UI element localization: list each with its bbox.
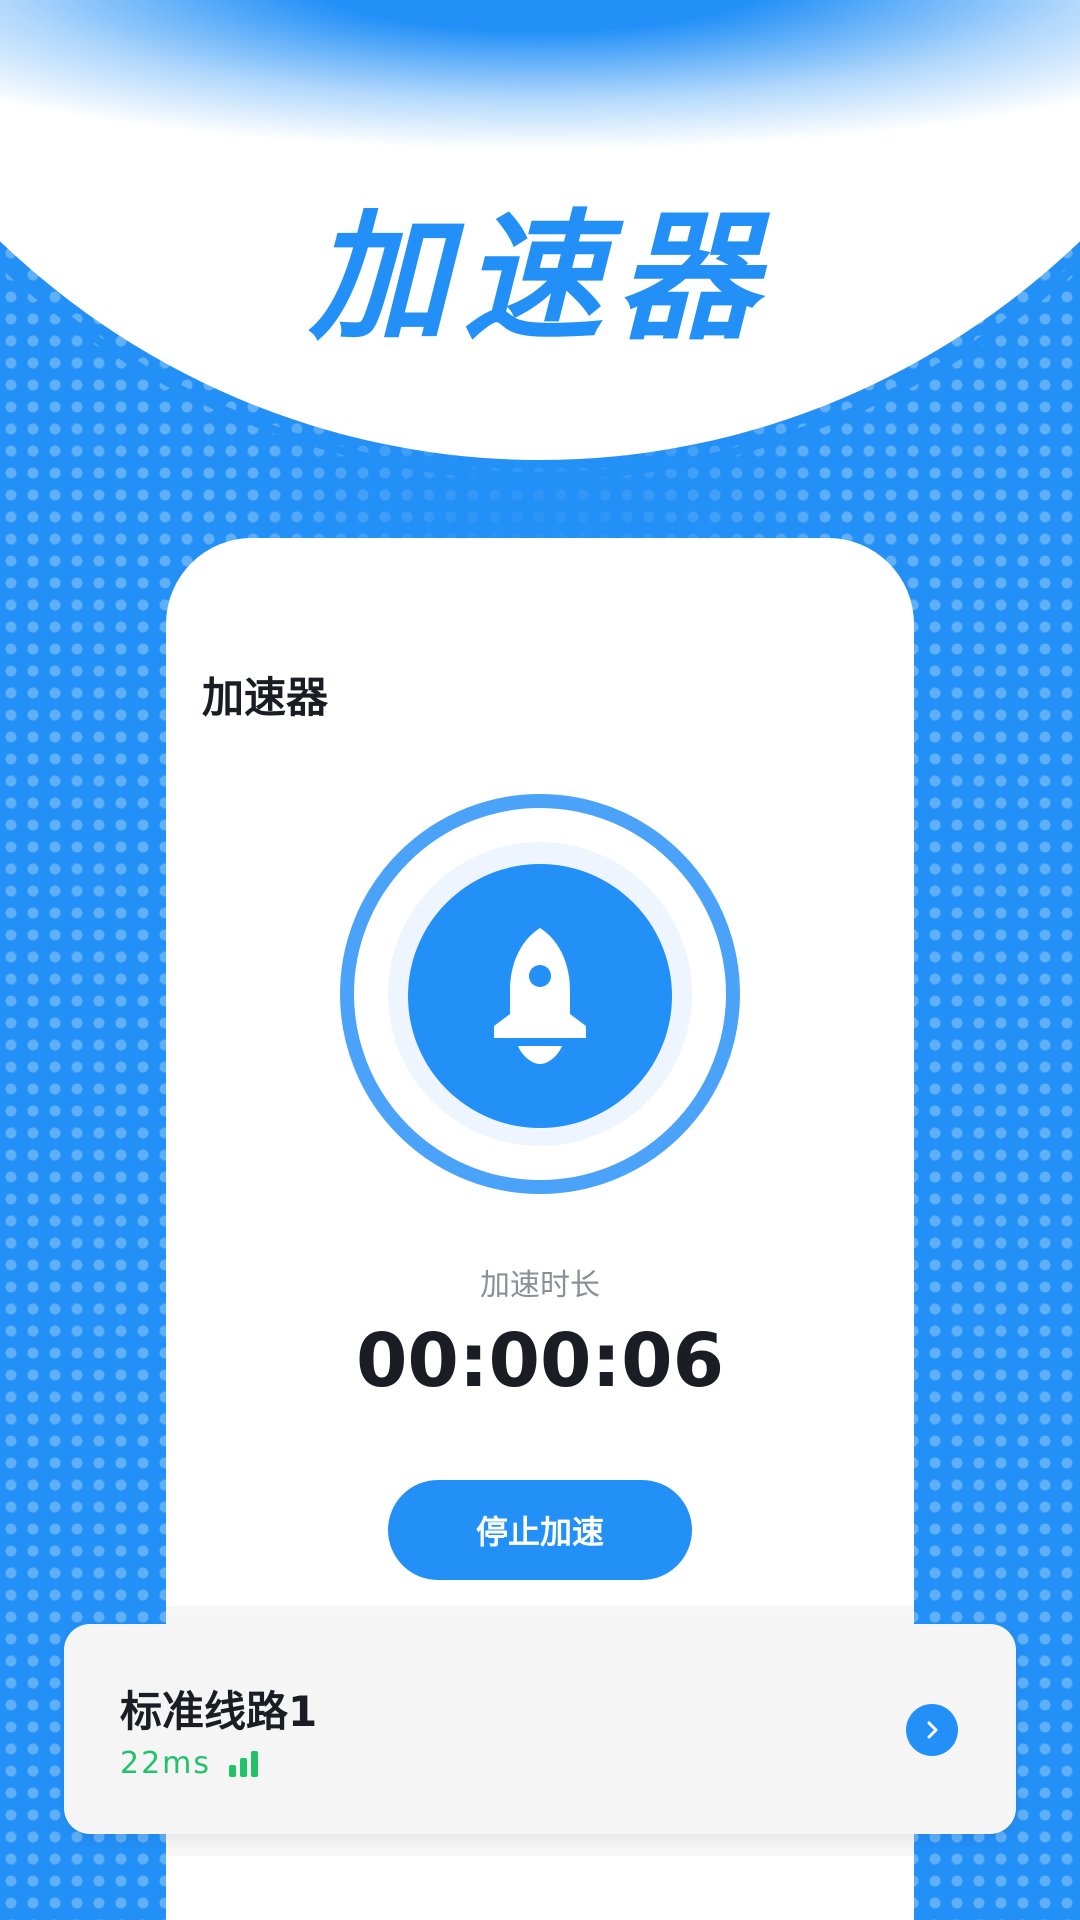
duration-label: 加速时长 [480,1268,600,1303]
accelerator-screen: 加速器 加速器 加速时长 00:00:06 停止加速 标准线路1 22ms [0,0,1080,1920]
signal-bars-icon [229,1750,259,1777]
accelerate-button[interactable] [408,864,672,1128]
route-latency: 22ms [120,1746,259,1781]
card-title: 加速器 [202,673,329,722]
route-selector[interactable]: 标准线路1 22ms [64,1624,1016,1834]
stop-acceleration-button[interactable]: 停止加速 [388,1480,692,1580]
header-title: 加速器 [308,197,771,360]
chevron-right-glyph [927,1721,938,1739]
rocket-icon [494,928,586,1064]
chevron-right-icon[interactable] [906,1704,958,1756]
latency-value: 22ms [120,1746,212,1781]
route-name: 标准线路1 [120,1687,318,1736]
duration-timer: 00:00:06 [355,1318,725,1404]
top-gradient [0,0,1080,190]
